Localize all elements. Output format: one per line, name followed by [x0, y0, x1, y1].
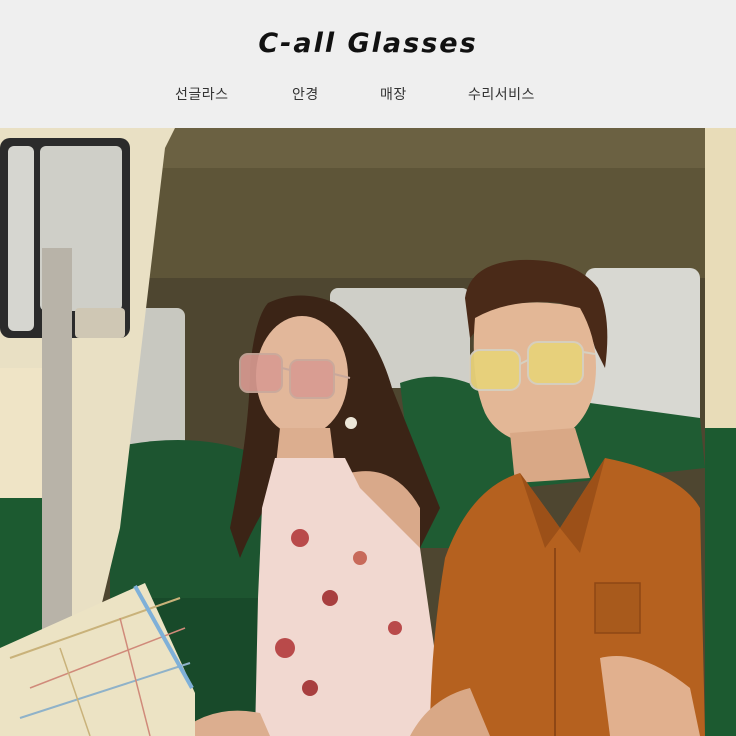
nav-item-stores[interactable]: 매장 [380, 84, 407, 104]
main-nav: 선글라스 안경 매장 수리서비스 [0, 84, 736, 108]
brand-logo[interactable]: C-all Glasses [0, 22, 736, 62]
site-header: C-all Glasses 선글라스 안경 매장 수리서비스 [0, 0, 736, 128]
nav-item-repair-service[interactable]: 수리서비스 [468, 84, 535, 104]
brand-logo-wordmark: C-all Glasses [258, 28, 477, 59]
brand-name: C-all Glasses [258, 28, 477, 59]
hero-photo [0, 128, 736, 736]
hero-banner [0, 128, 736, 736]
nav-item-glasses[interactable]: 안경 [292, 84, 319, 104]
nav-item-sunglasses[interactable]: 선글라스 [175, 84, 229, 104]
